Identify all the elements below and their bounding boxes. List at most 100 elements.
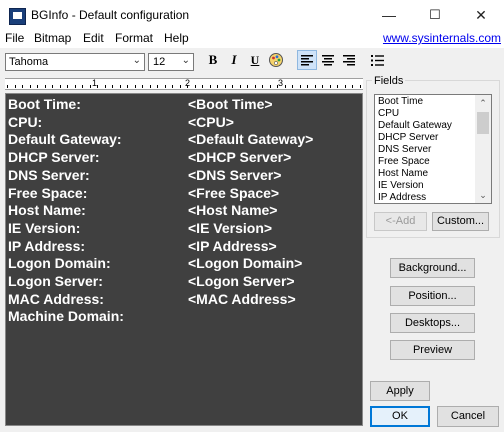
ruler-tick: [52, 85, 53, 88]
menu-bitmap[interactable]: Bitmap: [34, 31, 71, 45]
ruler-tick: [37, 85, 38, 88]
field-label: Free Space:: [8, 184, 88, 201]
ruler-tick: [179, 85, 181, 88]
ruler-tick: [314, 85, 316, 88]
field-list-item[interactable]: DHCP Server: [378, 132, 438, 144]
ruler-tick: [97, 85, 98, 88]
bullet-list-icon: [370, 54, 384, 66]
ruler-tick: [292, 85, 293, 88]
ruler-tick: [157, 85, 158, 88]
menu-help[interactable]: Help: [164, 31, 189, 45]
scroll-down-icon[interactable]: ⌄: [475, 187, 491, 203]
field-placeholder: <IE Version>: [188, 219, 273, 236]
apply-button[interactable]: Apply: [370, 381, 430, 401]
ruler-tick: [269, 85, 271, 88]
field-label: DHCP Server:: [8, 149, 100, 166]
field-list-item[interactable]: Boot Time: [378, 96, 423, 108]
field-placeholder: <CPU>: [188, 113, 234, 130]
field-label: Logon Domain:: [8, 255, 111, 272]
fields-title: Fields: [372, 75, 406, 87]
font-family-value: Tahoma: [9, 56, 49, 68]
field-label: IE Version:: [8, 219, 81, 236]
field-placeholder: <DNS Server>: [188, 166, 282, 183]
fields-scrollbar[interactable]: ⌃ ⌄: [475, 95, 491, 203]
ruler-tick: [127, 85, 128, 88]
italic-button[interactable]: I: [224, 50, 244, 70]
field-list-item[interactable]: Host Name: [378, 168, 428, 180]
fields-list[interactable]: IP Address IE Version Host Name Free Space D…: [374, 94, 492, 204]
ruler-tick: [29, 85, 31, 88]
ruler-tick: [284, 85, 286, 88]
ruler-tick: [89, 85, 91, 88]
field-list-item[interactable]: DNS Server: [378, 144, 431, 156]
add-field-button[interactable]: <-Add: [374, 212, 427, 231]
maximize-button[interactable]: ☐: [412, 0, 458, 30]
field-label: Boot Time:: [8, 96, 81, 112]
ruler-tick: [262, 85, 263, 88]
ruler-tick: [164, 85, 166, 88]
scroll-up-icon[interactable]: ⌃: [475, 95, 491, 111]
menu-edit[interactable]: Edit: [83, 31, 104, 45]
color-palette-icon: [269, 53, 283, 67]
menu-file[interactable]: File: [5, 31, 24, 45]
menu-format[interactable]: Format: [115, 31, 153, 45]
field-placeholder: <Boot Time>: [188, 96, 273, 112]
field-placeholder: <MAC Address>: [188, 290, 296, 307]
sysinternals-link[interactable]: www.sysinternals.com: [383, 31, 501, 45]
ruler-tick: [142, 85, 143, 88]
ruler-tick: [277, 85, 278, 88]
background-button[interactable]: Background...: [390, 258, 475, 278]
bullets-button[interactable]: [367, 50, 387, 70]
ruler-tick: [202, 85, 203, 88]
bold-button[interactable]: B: [203, 50, 223, 70]
color-picker-button[interactable]: [266, 50, 286, 70]
underline-button[interactable]: U: [245, 50, 265, 70]
ruler-tick: [194, 85, 196, 88]
desktops-button[interactable]: Desktops...: [390, 313, 475, 333]
font-family-select[interactable]: Tahoma ⌄: [5, 53, 145, 71]
field-label: CPU:: [8, 113, 43, 130]
ruler: 1 2 3: [5, 78, 363, 90]
ruler-tick: [359, 85, 361, 88]
ok-button[interactable]: OK: [370, 406, 430, 427]
align-center-button[interactable]: [318, 50, 338, 70]
align-left-icon: [301, 54, 313, 65]
custom-field-button[interactable]: Custom...: [432, 212, 489, 231]
align-left-button[interactable]: [297, 50, 317, 70]
field-label: IP Address:: [8, 237, 86, 254]
ruler-tick: [337, 85, 338, 88]
ruler-tick: [299, 85, 301, 88]
align-center-icon: [322, 54, 334, 65]
close-button[interactable]: ✕: [458, 0, 504, 30]
cancel-button[interactable]: Cancel: [437, 406, 499, 427]
field-label: Machine Domain:: [8, 308, 124, 325]
field-list-item[interactable]: Default Gateway: [378, 120, 452, 132]
chevron-down-icon: ⌄: [181, 55, 190, 66]
field-label: Default Gateway:: [8, 131, 122, 148]
ruler-tick: [172, 85, 173, 88]
ruler-tick: [59, 85, 61, 88]
text-editor[interactable]: Boot Time: <Boot Time> CPU: <CPU> Default Ga…: [5, 93, 363, 426]
align-right-button[interactable]: [339, 50, 359, 70]
preview-button[interactable]: Preview: [390, 340, 475, 360]
title-bar: BGInfo - Default configuration — ☐ ✕: [0, 0, 504, 30]
field-list-item[interactable]: CPU: [378, 108, 399, 120]
scroll-thumb[interactable]: [477, 112, 489, 134]
field-list-item[interactable]: Free Space: [378, 156, 430, 168]
minimize-button[interactable]: —: [366, 0, 412, 30]
font-size-value: 12: [153, 56, 166, 68]
ruler-tick: [74, 85, 76, 88]
field-label: DNS Server:: [8, 166, 90, 183]
field-label: Logon Server:: [8, 273, 103, 289]
field-label: Host Name:: [8, 202, 86, 219]
field-label: MAC Address:: [8, 290, 104, 307]
ruler-tick: [239, 85, 241, 88]
ruler-tick: [134, 85, 136, 88]
chevron-down-icon: ⌄: [132, 55, 141, 66]
field-list-item[interactable]: IE Version: [378, 180, 424, 192]
field-list-item[interactable]: IP Address: [378, 192, 426, 203]
ruler-tick: [329, 85, 331, 88]
ruler-tick: [224, 85, 226, 88]
font-size-select[interactable]: 12 ⌄: [148, 53, 194, 71]
position-button[interactable]: Position...: [390, 286, 475, 306]
